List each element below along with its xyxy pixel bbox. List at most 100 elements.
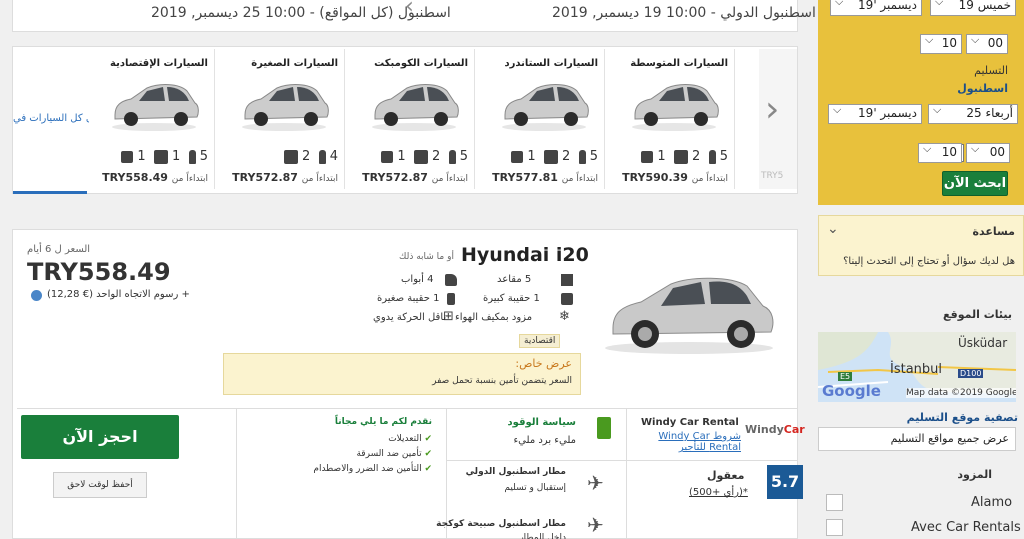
dropoff-type: داخل المطار — [519, 533, 566, 539]
big-bag-icon — [561, 293, 573, 305]
person-icon — [318, 149, 326, 164]
rating-word: معقول — [707, 469, 745, 482]
fuel-pump-icon — [597, 417, 611, 439]
big-bag-icon — [673, 149, 688, 164]
dropoff-city[interactable]: اسطنبول — [957, 82, 1008, 95]
special-offer-title: عرض خاص: — [515, 357, 572, 370]
fuel-title: سياسة الوقود — [507, 417, 576, 428]
category-name: السيارات الإقتصادية — [110, 58, 208, 69]
small-bag-icon — [511, 150, 524, 163]
pickup-minute-select[interactable]: 00 — [966, 34, 1008, 54]
category-capacity: 1 1 5 — [121, 149, 208, 164]
supplier-terms-link[interactable]: شروط Windy Car Rental للتأجير — [657, 431, 741, 453]
map-title: بيئات الموقع — [942, 308, 1012, 321]
rating-count[interactable]: (500+ رأي)* — [689, 487, 748, 498]
car-image — [605, 277, 774, 354]
map-attribution: Map data ©2019 Google — [906, 388, 1016, 398]
dropoff-month-select[interactable]: ديسمبر '19 — [828, 104, 922, 124]
category-car-image — [112, 84, 199, 131]
category-car-image — [372, 84, 459, 131]
offer-card: السعر ل 6 أيام TRY558.49 + رسوم الاتجاه … — [12, 229, 805, 539]
dropoff-filter-value: عرض جميع مواقع التسليم — [890, 432, 1009, 445]
spec-transmission: ناقل الحركة يدوي — [373, 312, 447, 323]
special-offer-text: السعر يتضمن تأمين بنسبة تحمل صفر — [432, 376, 572, 386]
info-icon[interactable] — [31, 290, 42, 301]
google-logo: Google — [822, 382, 881, 400]
rating: معقول (500+ رأي)* 5.7 — [627, 461, 803, 539]
active-tab-underline — [13, 191, 87, 194]
partial-price: TRY5 — [761, 171, 784, 181]
car-category-strip: على كل السيارات في السيارات المتوسطة 1 2… — [12, 46, 798, 194]
help-text[interactable]: هل لديك سؤال أو تحتاج إلى التحدث إلينا؟ — [843, 256, 1015, 267]
category-price: ابتداءاً من TRY590.39 — [622, 171, 728, 184]
category-car-image — [242, 84, 329, 131]
category-capacity: 1 2 5 — [381, 149, 468, 164]
free-item: ✔ التأمين ضد الضرر والاصطدام — [313, 464, 432, 474]
car-category-card[interactable]: السيارات الإقتصادية 1 1 5 ابتداءاً من TRY… — [89, 49, 215, 189]
plane-icon: ✈ — [587, 471, 604, 495]
category-car-image — [632, 84, 719, 131]
oneway-fee: + رسوم الاتجاه الواحد (€ 12,28) — [47, 289, 190, 300]
small-bag-icon — [121, 150, 134, 163]
help-title: مساعدة — [972, 225, 1016, 238]
map-label-uskudar: Üsküdar — [958, 336, 1008, 350]
location-map[interactable]: Üsküdar İstanbul D100 E5 Google Map data… — [818, 332, 1016, 402]
save-later-button[interactable]: أحفظ لوقت لاحق — [53, 472, 147, 498]
car-category-card[interactable]: السيارات الصغيرة 2 4 ابتداءاً من TRY572.8… — [219, 49, 345, 189]
price-label: السعر ل 6 أيام — [27, 244, 91, 255]
search-summary: مطار اسطنبول الدولي - 10:00 19 ديسمبر, 2… — [12, 0, 850, 32]
pickup-hour-select[interactable]: 10 — [920, 34, 962, 54]
big-bag-icon — [543, 149, 558, 164]
person-icon — [188, 149, 196, 164]
pickup-month-select-2[interactable]: ديسمبر '19 — [830, 0, 922, 16]
free-items: نقدم لكم ما يلي مجاناً ✔ التعديلات ✔ تأم… — [237, 409, 447, 539]
spec-doors: 4 أبواب — [401, 274, 434, 285]
category-name: السيارات الستاندرد — [504, 58, 598, 69]
seat-icon — [561, 274, 573, 286]
dropoff-minute-select[interactable]: 00 — [966, 143, 1010, 163]
category-price: ابتداءاً من TRY577.81 — [492, 171, 598, 184]
car-category-card[interactable]: السيارات المتوسطة 1 2 5 ابتداءاً من TRY59… — [609, 49, 735, 189]
supplier-name[interactable]: Avec Car Rentals — [911, 520, 1021, 535]
person-icon — [578, 149, 586, 164]
help-box: مساعدة ⌄ هل لديك سؤال أو تحتاج إلى التحد… — [818, 215, 1024, 276]
book-now-button[interactable]: احجز الآن — [21, 415, 179, 459]
big-bag-icon — [283, 149, 298, 164]
spec-small-bag: 1 حقيبة صغيرة — [377, 293, 440, 304]
supplier-checkbox[interactable] — [826, 519, 843, 536]
pickup-day-select[interactable]: خميس 19 — [930, 0, 1016, 16]
supplier-checkbox[interactable] — [826, 494, 843, 511]
dropoff-hour-select[interactable]: 10 — [918, 143, 962, 163]
dropoff-day-select[interactable]: أربعاء 25 — [928, 104, 1018, 124]
supplier-name[interactable]: Alamo — [971, 495, 1012, 510]
dropoff-filter-select[interactable]: عرض جميع مواقع التسليم — [818, 427, 1016, 451]
dropoff-location: مطار اسطنبول صبيحة كوكجة — [436, 519, 566, 529]
person-icon — [448, 149, 456, 164]
or-similar: أو ما شابه ذلك — [399, 252, 454, 262]
chevron-down-icon[interactable]: ⌄ — [827, 221, 839, 237]
small-bag-icon — [447, 293, 455, 305]
pickup-location: مطار اسطنبول الدولي — [465, 467, 566, 477]
category-name: السيارات المتوسطة — [630, 58, 728, 69]
fuel-policy: سياسة الوقود مليء برد مليء — [447, 409, 627, 461]
big-bag-icon — [413, 149, 428, 164]
free-item: ✔ التعديلات — [388, 434, 432, 444]
category-price: ابتداءاً من TRY572.87 — [362, 171, 468, 184]
spec-ac: مزود بمكيف الهواء — [455, 312, 533, 323]
map-label-istanbul: İstanbul — [890, 362, 943, 377]
search-now-button[interactable]: ابحث الآن — [942, 171, 1008, 196]
category-name: السيارات الكومبكت — [374, 58, 468, 69]
locations: ✈ مطار اسطنبول الدولي إستقبال و تسليم ✈ … — [436, 461, 627, 539]
car-category-card[interactable]: السيارات الستاندرد 1 2 5 ابتداءاً من TRY5… — [479, 49, 605, 189]
dropoff-summary: اسطنبول (كل المواقع) - 10:00 25 ديسمبر, … — [151, 5, 451, 21]
chevron-right-icon[interactable]: › — [765, 89, 779, 130]
next-cars-area[interactable]: › TRY5 — [759, 49, 797, 189]
car-category-card[interactable]: السيارات الكومبكت 1 2 5 ابتداءاً من TRY57… — [349, 49, 475, 189]
category-name: السيارات الصغيرة — [251, 58, 338, 69]
category-price: ابتداءاً من TRY558.49 — [102, 171, 208, 184]
total-price: TRY558.49 — [27, 258, 171, 286]
free-title: نقدم لكم ما يلي مجاناً — [334, 417, 432, 427]
plane-icon: ✈ — [587, 513, 604, 537]
car-name: Hyundai i20 — [461, 244, 589, 266]
supplier-name: Windy Car Rental — [641, 417, 739, 428]
